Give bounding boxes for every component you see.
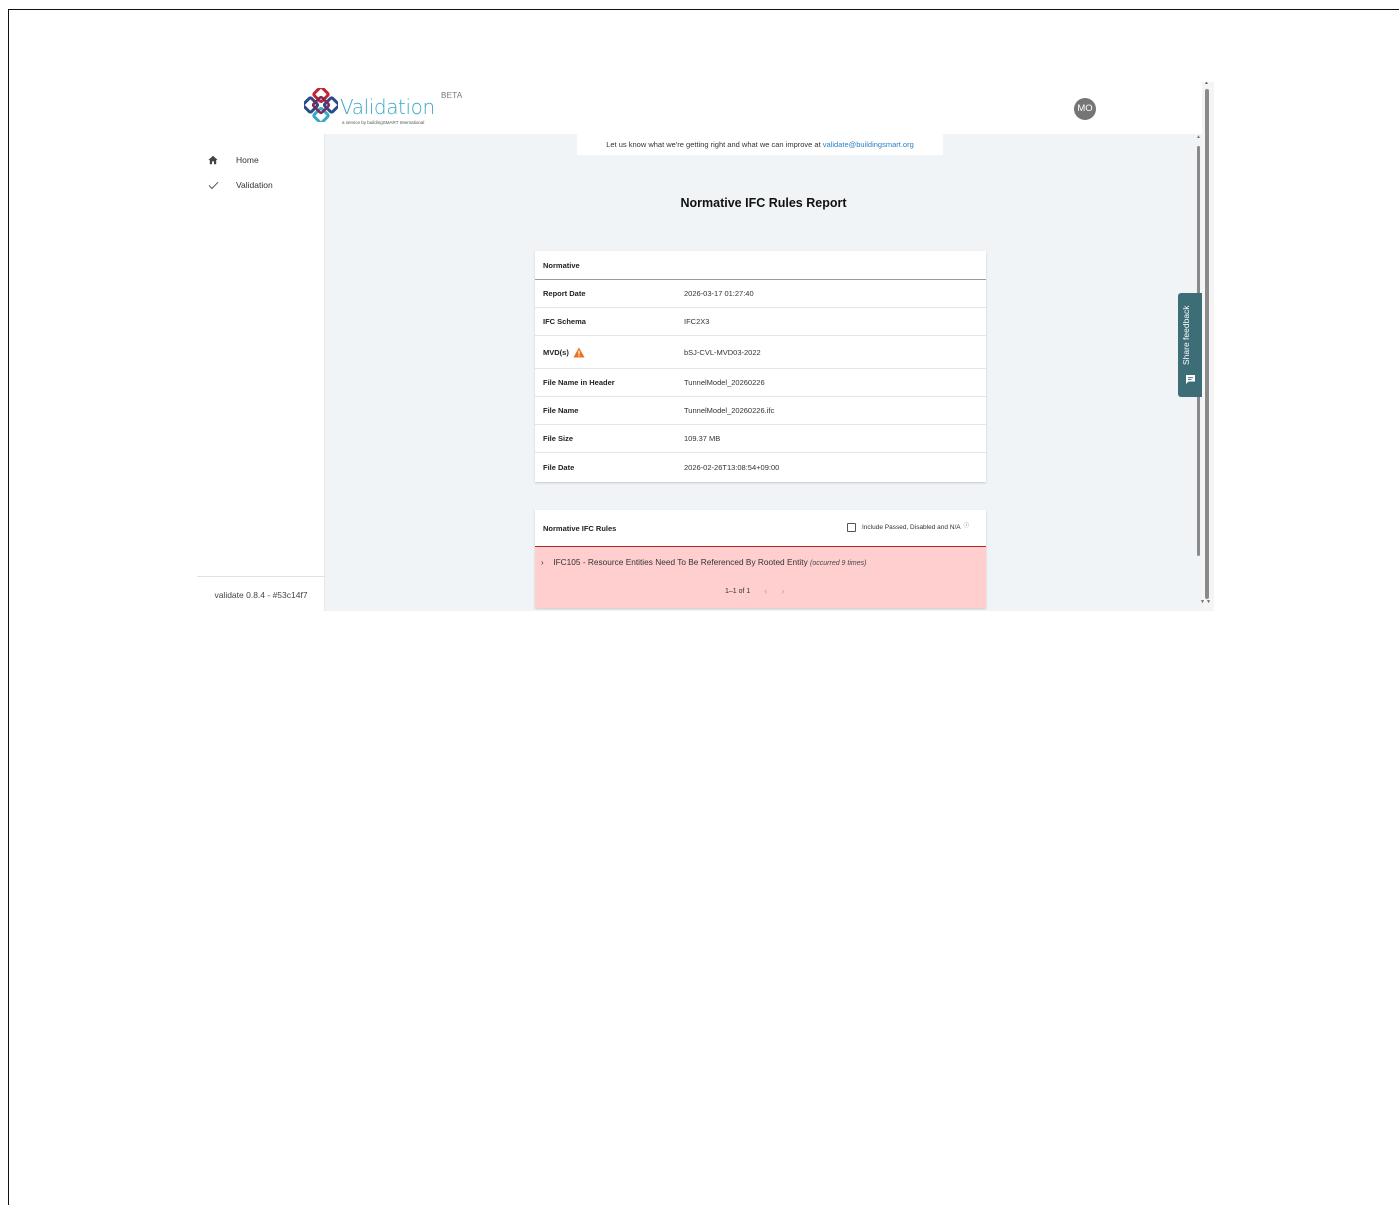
warning-icon[interactable] <box>573 347 585 358</box>
check-icon <box>207 179 219 191</box>
next-page-button[interactable]: › <box>781 586 784 596</box>
share-feedback-button[interactable]: Share feedback <box>1178 293 1203 397</box>
scroll-down-icon[interactable]: ▼▼ <box>1200 599 1212 605</box>
chevron-right-icon[interactable]: › <box>541 558 551 567</box>
include-passed-checkbox[interactable] <box>847 523 856 532</box>
row-value: TunnelModel_20260226 <box>684 378 765 387</box>
version-label: validate 0.8.4 - #53c14f7 <box>197 576 325 611</box>
rules-card: Normative IFC Rules Include Passed, Disa… <box>535 510 986 608</box>
rules-card-heading: Normative IFC Rules <box>543 524 617 533</box>
table-row: MVD(s) bSJ-CVL-MVD03-2022 <box>535 336 986 369</box>
rule-row-ifc105[interactable]: › IFC105 - Resource Entities Need To Be … <box>541 557 866 567</box>
rules-card-header: Normative IFC Rules Include Passed, Disa… <box>535 510 986 547</box>
info-icon[interactable]: ⓘ <box>964 521 970 529</box>
report-info-card: Normative Report Date 2026-03-17 01:27:4… <box>535 251 986 482</box>
scroll-up-icon[interactable]: ▲ <box>1196 134 1201 140</box>
app-header: Validation a service by buildingSMART In… <box>197 82 1202 134</box>
banner-email-link[interactable]: validate@buildingsmart.org <box>823 140 914 149</box>
rule-title: IFC105 - Resource Entities Need To Be Re… <box>553 557 808 567</box>
app-window: Validation a service by buildingSMART In… <box>197 82 1214 611</box>
beta-label: BETA <box>441 91 463 100</box>
row-key: File Name in Header <box>543 378 615 387</box>
row-key: MVD(s) <box>543 347 569 357</box>
scrollbar-thumb[interactable] <box>1205 89 1209 599</box>
home-icon <box>207 154 219 166</box>
table-row: File Size 109.37 MB <box>535 425 986 453</box>
logo-tagline: a service by buildingSMART International <box>342 120 425 125</box>
feedback-banner: Let us know what we're getting right and… <box>577 134 943 155</box>
table-row: File Name in Header TunnelModel_20260226 <box>535 369 986 397</box>
prev-page-button[interactable]: ‹ <box>764 586 767 596</box>
rule-occurrence: (occurred 9 times) <box>810 560 867 567</box>
feedback-icon <box>1186 375 1195 384</box>
user-avatar[interactable]: MO <box>1074 98 1096 120</box>
page-title: Normative IFC Rules Report <box>680 196 847 210</box>
pagination: 1–1 of 1 ‹ › <box>725 586 784 596</box>
row-value: 2026-02-26T13:08:54+09:00 <box>684 462 780 472</box>
row-key: File Date <box>543 462 575 472</box>
row-value: 109.37 MB <box>684 434 721 443</box>
main-content: Let us know what we're getting right and… <box>325 134 1202 611</box>
info-card-heading: Normative <box>535 251 986 280</box>
table-row: File Name TunnelModel_20260226.ifc <box>535 397 986 425</box>
sidebar-item-validation[interactable]: Validation <box>197 175 325 195</box>
row-key: IFC Schema <box>543 317 586 326</box>
row-key: File Name <box>543 406 579 415</box>
sidebar-item-label: Home <box>236 155 259 165</box>
row-key: File Size <box>543 434 574 443</box>
logo-mark-icon <box>304 88 338 122</box>
table-row: IFC Schema IFC2X3 <box>535 308 986 336</box>
pagination-range: 1–1 of 1 <box>725 587 751 595</box>
row-value: 2026-03-17 01:27:40 <box>684 289 754 298</box>
row-key: Report Date <box>543 289 586 298</box>
scroll-up-icon[interactable]: ▲ <box>1204 82 1209 86</box>
logo-wordmark: Validation <box>340 95 435 119</box>
page-scrollbar[interactable]: ▲ ▼▼ <box>1200 82 1214 611</box>
failed-rules-list: › IFC105 - Resource Entities Need To Be … <box>535 547 986 608</box>
banner-text: Let us know what we're getting right and… <box>606 140 823 149</box>
sidebar-item-home[interactable]: Home <box>197 150 325 170</box>
row-key-with-warning: MVD(s) <box>535 347 684 358</box>
include-passed-label: Include Passed, Disabled and N/A <box>862 524 961 531</box>
include-passed-toggle[interactable]: Include Passed, Disabled and N/A ⓘ <box>847 523 969 532</box>
row-value: bSJ-CVL-MVD03-2022 <box>684 347 761 357</box>
row-value: TunnelModel_20260226.ifc <box>684 406 775 415</box>
sidebar: Home Validation validate 0.8.4 - #53c14f… <box>197 134 325 611</box>
row-value: IFC2X3 <box>684 317 710 326</box>
table-row: File Date 2026-02-26T13:08:54+09:00 <box>535 453 986 481</box>
table-row: Report Date 2026-03-17 01:27:40 <box>535 280 986 308</box>
share-feedback-label: Share feedback <box>1181 305 1191 365</box>
sidebar-item-label: Validation <box>236 180 273 190</box>
